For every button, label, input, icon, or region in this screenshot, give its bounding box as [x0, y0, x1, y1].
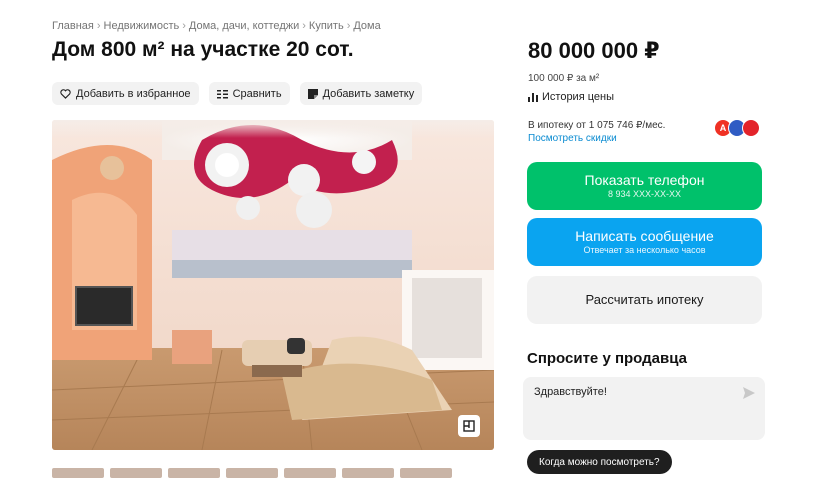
calculate-mortgage-button[interactable]: Рассчитать ипотеку	[527, 276, 762, 324]
bank-logos: А	[714, 119, 760, 137]
compare-button[interactable]: Сравнить	[208, 82, 290, 105]
photo-thumbnail[interactable]	[168, 468, 220, 478]
photo-thumbnail[interactable]	[52, 468, 104, 478]
photo-thumbnail[interactable]	[110, 468, 162, 478]
bar-chart-icon	[528, 93, 538, 102]
add-favorite-label: Добавить в избранное	[76, 87, 191, 100]
add-favorite-button[interactable]: Добавить в избранное	[52, 82, 199, 105]
breadcrumb-item-houses[interactable]: Дома	[353, 20, 380, 32]
living-room-photo	[52, 120, 494, 450]
note-icon	[307, 88, 318, 99]
heart-icon	[60, 88, 71, 99]
compare-label: Сравнить	[232, 87, 282, 100]
discounts-link[interactable]: Посмотреть скидки	[528, 132, 665, 145]
floor-plan-button[interactable]	[458, 415, 480, 437]
photo-thumbnail[interactable]	[342, 468, 394, 478]
quick-reply-chip[interactable]: Когда можно посмотреть?	[527, 450, 672, 474]
add-note-label: Добавить заметку	[322, 87, 415, 100]
chevron-right-icon: ›	[346, 20, 351, 32]
calculate-mortgage-label: Рассчитать ипотеку	[585, 292, 704, 307]
chevron-right-icon: ›	[302, 20, 306, 32]
photo-top-fade	[52, 120, 494, 138]
chevron-right-icon: ›	[96, 20, 101, 32]
mortgage-text: В ипотеку от 1 075 746 ₽/мес.	[528, 120, 666, 131]
floor-plan-icon	[463, 420, 475, 432]
listing-photo[interactable]	[52, 120, 494, 450]
response-time-label: Отвечает за несколько часов	[583, 245, 706, 255]
phone-number-masked: 8 934 XXX-XX-XX	[607, 189, 682, 199]
price-total: 80 000 000 ₽	[528, 38, 660, 63]
seller-message-text[interactable]: Здравствуйте!	[534, 386, 607, 398]
chevron-right-icon: ›	[182, 20, 186, 32]
photo-thumbnail[interactable]	[400, 468, 452, 478]
compare-icon	[216, 89, 228, 98]
breadcrumb-item-home[interactable]: Главная	[52, 20, 94, 32]
photo-thumbnail[interactable]	[226, 468, 278, 478]
bank-logo	[742, 119, 760, 137]
breadcrumb-item-realty[interactable]: Недвижимость	[104, 20, 180, 32]
mortgage-info: В ипотеку от 1 075 746 ₽/мес. Посмотреть…	[528, 119, 665, 145]
breadcrumb-item-buy[interactable]: Купить	[309, 20, 344, 32]
ask-seller-title: Спросите у продавца	[527, 350, 687, 367]
show-phone-button[interactable]: Показать телефон 8 934 XXX-XX-XX	[527, 162, 762, 210]
seller-message-field[interactable]: Здравствуйте!	[523, 377, 765, 440]
breadcrumb-item-houses-category[interactable]: Дома, дачи, коттеджи	[189, 20, 299, 32]
breadcrumb: Главная › Недвижимость › Дома, дачи, коттедж…	[52, 20, 381, 32]
price-history-label: История цены	[542, 91, 614, 103]
add-note-button[interactable]: Добавить заметку	[299, 82, 423, 105]
write-message-label: Написать сообщение	[575, 228, 714, 244]
photo-thumbnail[interactable]	[284, 468, 336, 478]
listing-actions: Добавить в избранное Сравнить Добавить з…	[52, 82, 423, 105]
price-per-m2: 100 000 ₽ за м²	[528, 73, 600, 84]
page-title: Дом 800 м² на участке 20 сот.	[52, 38, 354, 61]
price-history-link[interactable]: История цены	[528, 91, 614, 103]
send-icon[interactable]	[743, 387, 755, 399]
photo-thumbnails	[52, 468, 452, 478]
write-message-button[interactable]: Написать сообщение Отвечает за несколько…	[527, 218, 762, 266]
show-phone-label: Показать телефон	[584, 172, 705, 188]
